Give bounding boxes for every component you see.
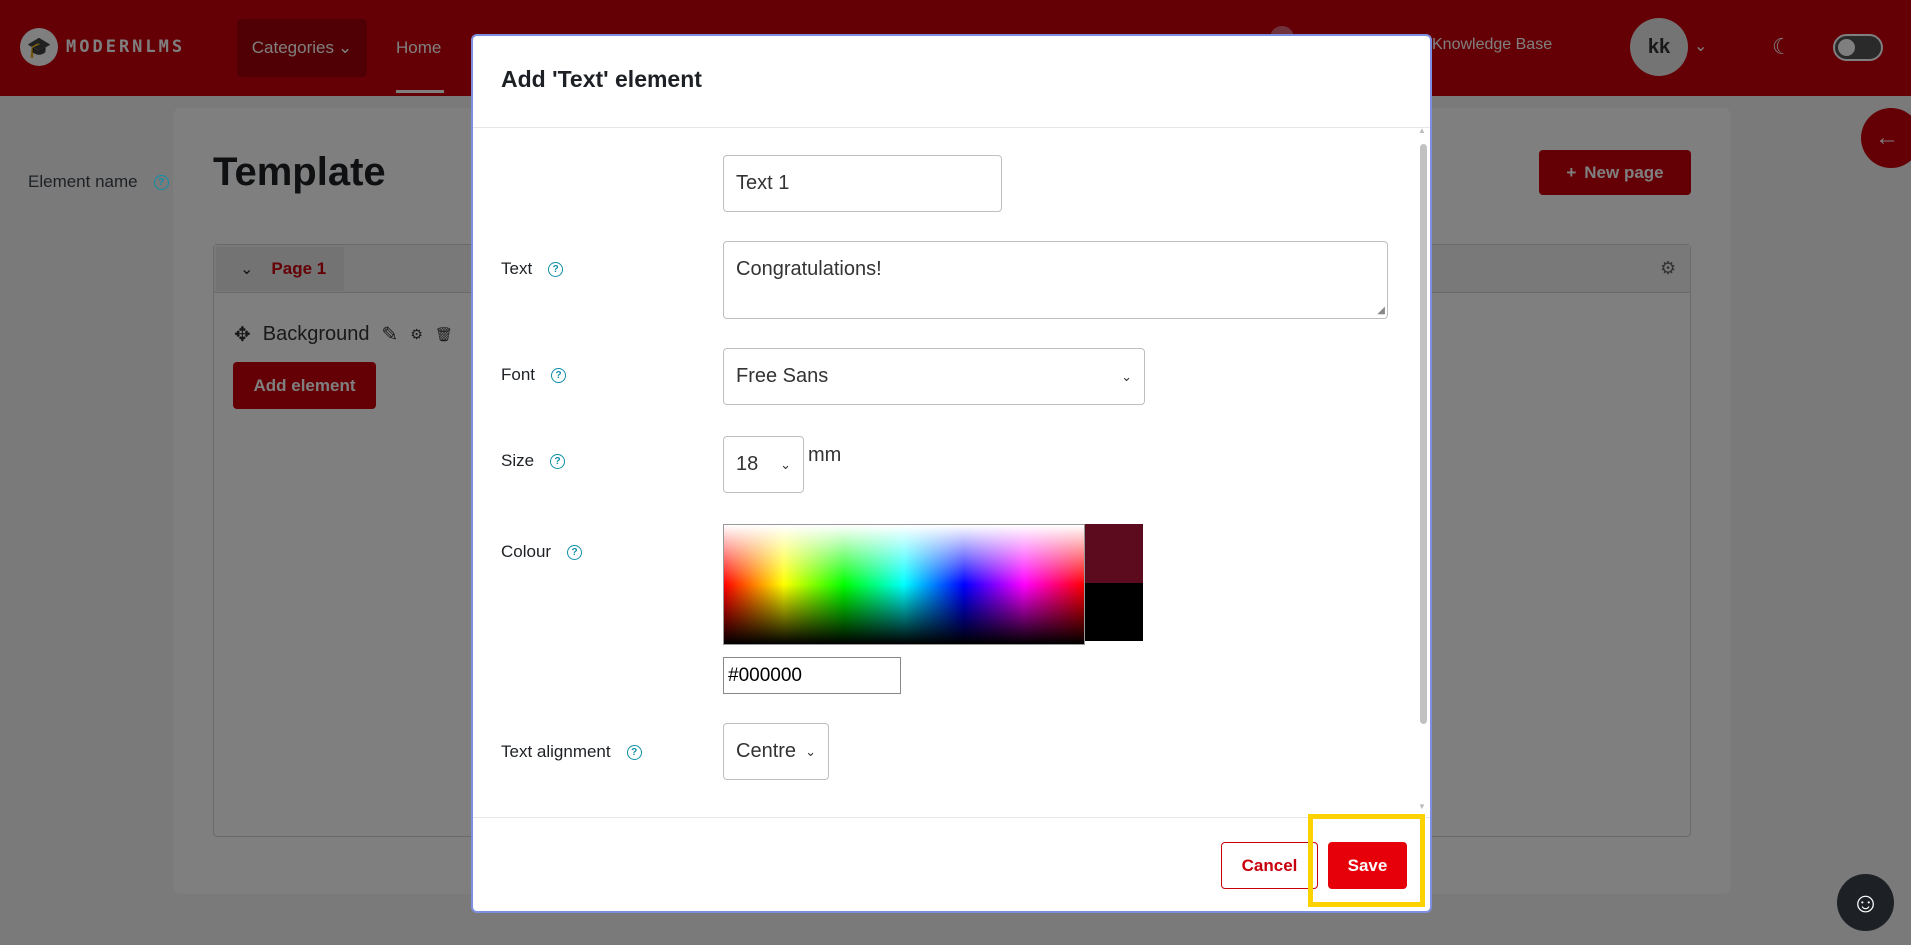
question-circle-icon[interactable]: ? — [548, 261, 564, 277]
size-unit-label: mm — [808, 444, 842, 466]
text-label: Text ? — [501, 259, 564, 279]
modal-title: Add 'Text' element — [501, 66, 702, 92]
question-circle-icon[interactable]: ? — [567, 544, 583, 560]
colour-hex-input[interactable]: #000000 — [723, 657, 901, 694]
text-field[interactable]: Congratulations! ◢ — [723, 241, 1388, 319]
font-select[interactable]: Free Sans ⌄ — [723, 348, 1145, 405]
modal-header: Add 'Text' element — [473, 36, 1430, 128]
chevron-down-icon: ⌄ — [780, 456, 791, 472]
modal-scrollbar[interactable] — [1420, 144, 1427, 724]
colour-picker-gradient[interactable] — [723, 524, 1085, 645]
font-select-value: Free Sans — [736, 365, 829, 387]
colour-label: Colour ? — [501, 542, 583, 562]
scroll-down-arrow-icon[interactable]: ▼ — [1418, 802, 1426, 811]
size-label: Size ? — [501, 451, 566, 471]
question-circle-icon[interactable]: ? — [153, 174, 169, 190]
chevron-down-icon: ⌄ — [1121, 368, 1132, 384]
colour-label-text: Colour — [501, 542, 552, 561]
question-circle-icon[interactable]: ? — [551, 367, 567, 383]
text-alignment-label-text: Text alignment — [501, 742, 611, 761]
accessibility-icon[interactable]: ☺ — [1837, 874, 1894, 931]
cancel-button[interactable]: Cancel — [1221, 842, 1318, 889]
text-alignment-value: Centre — [736, 740, 797, 762]
colour-swatch-hover — [1085, 524, 1143, 583]
colour-swatch-current — [1085, 583, 1143, 641]
question-circle-icon[interactable]: ? — [550, 453, 566, 469]
scroll-up-arrow-icon[interactable]: ▲ — [1418, 126, 1426, 135]
resize-grip-icon[interactable]: ◢ — [1377, 305, 1385, 316]
size-select-value: 18 — [736, 453, 759, 475]
text-alignment-label: Text alignment ? — [501, 742, 642, 762]
element-name-label-text: Element name — [28, 172, 138, 191]
element-name-field[interactable]: Text 1 — [723, 155, 1002, 212]
text-label-text: Text — [501, 259, 533, 278]
text-field-value: Congratulations! — [736, 258, 882, 280]
size-label-text: Size — [501, 451, 535, 470]
question-circle-icon[interactable]: ? — [626, 744, 642, 760]
chevron-down-icon: ⌄ — [805, 743, 816, 759]
text-alignment-select[interactable]: Centre ⌄ — [723, 723, 829, 780]
size-select[interactable]: 18 ⌄ — [723, 436, 804, 493]
element-name-label: Element name ? — [28, 172, 169, 192]
save-button-highlight — [1308, 814, 1425, 907]
font-label-text: Font — [501, 365, 536, 384]
font-label: Font ? — [501, 365, 567, 385]
